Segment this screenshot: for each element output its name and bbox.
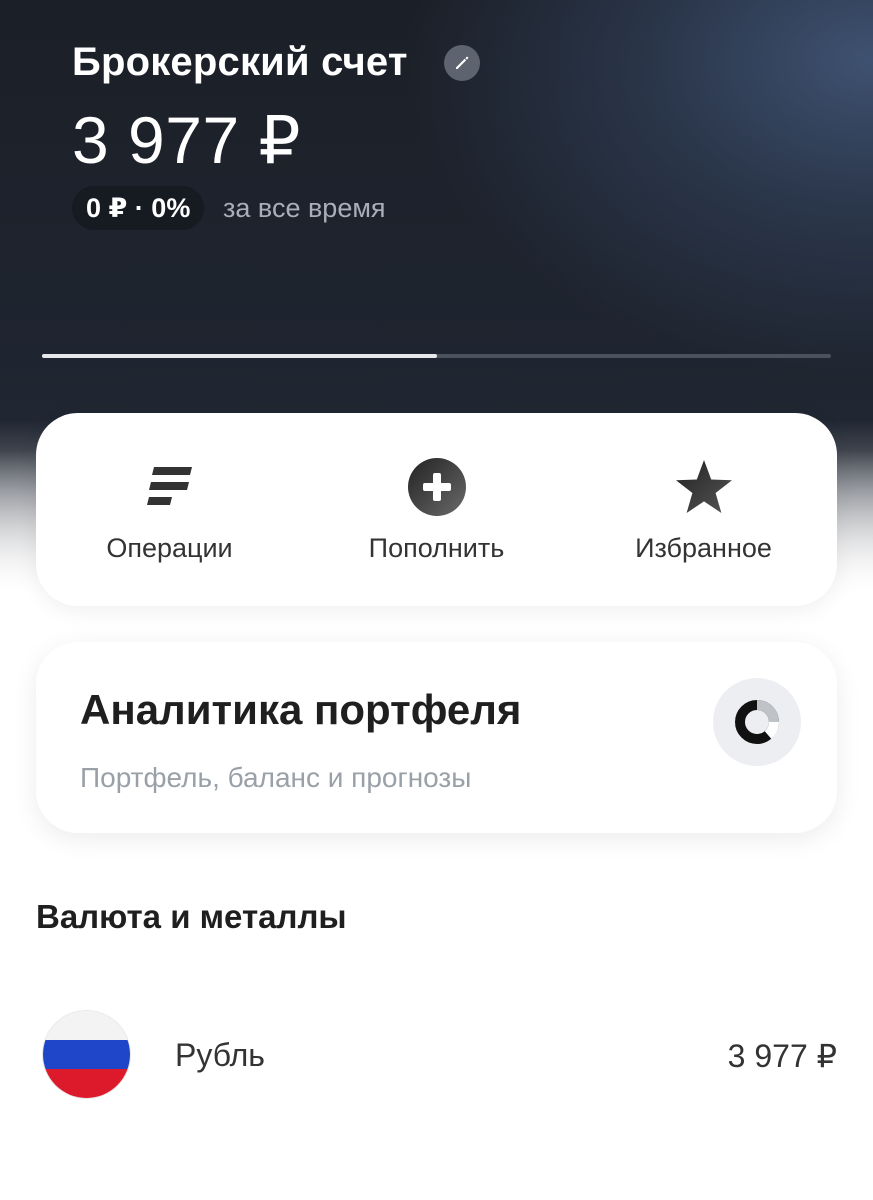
favorites-button[interactable]: Избранное [570,413,837,606]
carousel-progress-fill [42,354,437,358]
top-up-button[interactable]: Пополнить [303,413,570,606]
account-balance: 3 977 ₽ [72,103,301,177]
operations-button[interactable]: Операции [36,413,303,606]
account-title[interactable]: Брокерский счет [72,40,408,85]
currency-name: Рубль [175,1037,265,1073]
top-up-label: Пополнить [368,533,505,563]
operations-icon [138,455,202,519]
favorites-label: Избранное [635,533,772,563]
operations-label: Операции [106,533,233,563]
profit-loss-badge[interactable]: 0 ₽ · 0% [72,186,205,230]
currency-amount: 3 977 ₽ [727,1038,837,1074]
portfolio-analytics-card[interactable]: Аналитика портфеля Портфель, баланс и пр… [36,642,837,833]
plus-circle-icon [405,455,469,519]
star-icon [672,455,736,519]
profit-loss-period: за все время [223,193,386,223]
russia-flag-icon [42,1010,131,1099]
quick-actions-card: Операции Пополнить Избранное [36,413,837,606]
pencil-icon [456,56,469,69]
currency-section-title: Валюта и металлы [36,898,347,935]
edit-account-name-button[interactable] [444,45,480,81]
portfolio-analytics-title: Аналитика портфеля [80,686,522,733]
donut-chart-icon [713,678,801,766]
portfolio-analytics-subtitle: Портфель, баланс и прогнозы [80,762,472,793]
currency-row-ruble[interactable]: Рубль 3 977 ₽ [0,1005,873,1105]
carousel-progress-track [42,354,831,358]
